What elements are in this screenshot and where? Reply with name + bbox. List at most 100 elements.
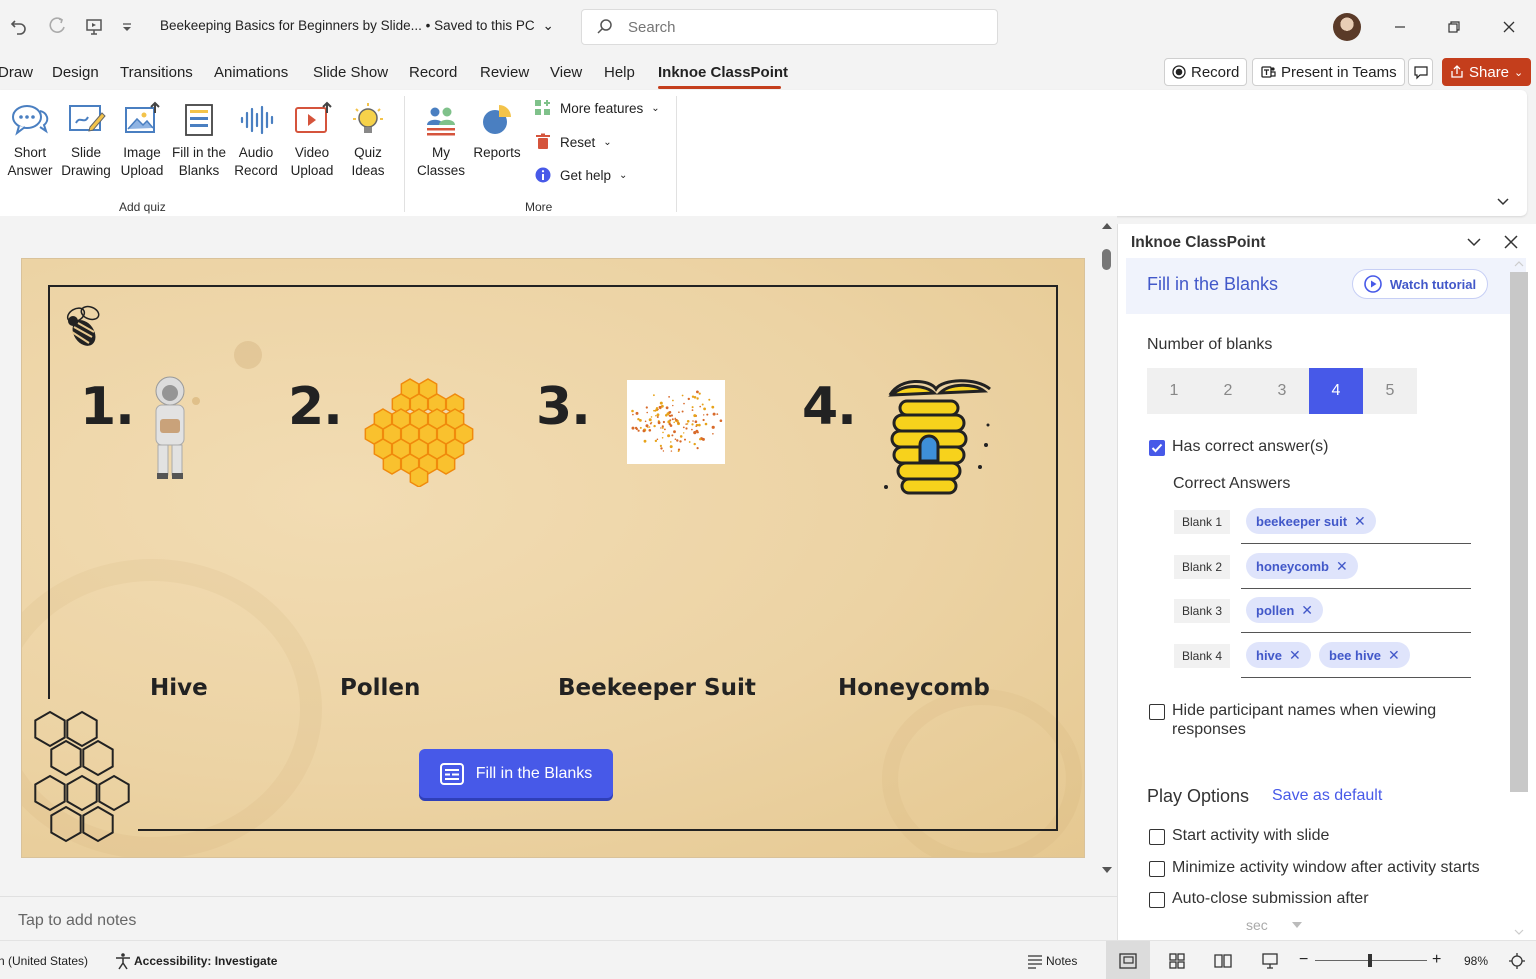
record-button[interactable]: Record (1164, 58, 1248, 86)
blank-count-option-5[interactable]: 5 (1363, 368, 1417, 414)
avatar[interactable] (1333, 13, 1361, 41)
slide-drawing-button[interactable]: Slide Drawing (58, 100, 114, 180)
tab-slide-show[interactable]: Slide Show (313, 64, 388, 81)
pollen-dot (677, 450, 680, 452)
search-input[interactable] (628, 19, 968, 36)
blank-4-input-line[interactable] (1241, 677, 1471, 678)
blank-count-option-4[interactable]: 4 (1309, 368, 1363, 414)
audio-record-button[interactable]: Audio Record (228, 100, 284, 180)
remove-tag-icon[interactable]: ✕ (1354, 513, 1366, 530)
blank-2-input-line[interactable] (1241, 588, 1471, 589)
zoom-level[interactable]: 98% (1464, 954, 1488, 968)
notes-pane[interactable]: Tap to add notes (0, 896, 1117, 940)
start-with-slide-checkbox[interactable] (1149, 829, 1165, 845)
tab-animations[interactable]: Animations (214, 64, 288, 81)
present-in-teams-button[interactable]: Present in Teams (1252, 58, 1405, 86)
pollen-dot (691, 428, 693, 431)
accessibility-status[interactable]: Accessibility: Investigate (134, 954, 277, 968)
slide-canvas[interactable]: 1. 2. 3. 4. Hive Pollen Beekeeper Suit H… (22, 259, 1084, 857)
has-correct-answers-checkbox[interactable] (1149, 440, 1165, 456)
reading-view-icon[interactable] (1212, 950, 1234, 972)
slide-show-icon[interactable] (1259, 950, 1281, 972)
minimize-window-label: Minimize activity window after activity … (1172, 859, 1480, 876)
slide-word-pollen: Pollen (340, 675, 421, 701)
save-as-default-link[interactable]: Save as default (1272, 787, 1382, 805)
notes-toggle[interactable]: Notes (1046, 954, 1077, 968)
tab-inknoe-classpoint[interactable]: Inknoe ClassPoint (658, 64, 788, 81)
fit-to-window-icon[interactable] (1506, 950, 1528, 972)
quiz-ideas-button[interactable]: Quiz Ideas (340, 100, 396, 180)
tab-record[interactable]: Record (409, 64, 457, 81)
language-status[interactable]: n (United States) (0, 954, 88, 968)
tab-help[interactable]: Help (604, 64, 635, 81)
auto-close-checkbox[interactable] (1149, 892, 1165, 908)
classes-icon (421, 100, 461, 140)
search-icon (596, 18, 614, 36)
blank-1-input-line[interactable] (1241, 543, 1471, 544)
tab-view[interactable]: View (550, 64, 582, 81)
reset-button[interactable]: Reset ⌄ (534, 131, 612, 153)
pollen-dot (708, 398, 711, 401)
document-title[interactable]: Beekeeping Basics for Beginners by Slide… (160, 18, 554, 34)
close-icon[interactable] (1496, 14, 1522, 40)
ribbon-collapse-icon[interactable] (1496, 194, 1510, 208)
fill-in-the-blanks-button[interactable]: Fill in the Blanks (170, 100, 228, 180)
panel-close-icon[interactable] (1503, 234, 1519, 250)
hide-names-checkbox[interactable] (1149, 704, 1165, 720)
panel-scrollbar[interactable] (1510, 258, 1528, 938)
remove-tag-icon[interactable]: ✕ (1388, 647, 1400, 664)
fill-blanks-icon (179, 100, 219, 140)
customize-toolbar-icon[interactable] (114, 14, 140, 40)
undo-icon[interactable] (6, 14, 32, 40)
notes-placeholder: Tap to add notes (18, 912, 137, 929)
present-from-start-icon[interactable] (81, 14, 107, 40)
blank-count-option-1[interactable]: 1 (1147, 368, 1201, 414)
share-button[interactable]: Share ⌄ (1442, 58, 1532, 86)
pollen-dot (693, 396, 697, 399)
get-help-button[interactable]: Get help ⌄ (534, 164, 627, 186)
auto-close-seconds-select[interactable]: sec (1246, 914, 1326, 936)
zoom-slider-thumb[interactable] (1368, 954, 1372, 967)
restore-icon[interactable] (1441, 14, 1467, 40)
short-answer-button[interactable]: Short Answer (2, 100, 58, 180)
minimize-window-checkbox[interactable] (1149, 861, 1165, 877)
chevron-down-icon: ⌄ (651, 102, 660, 114)
zoom-out-icon[interactable]: − (1299, 951, 1308, 969)
pollen-dot (686, 420, 690, 423)
my-classes-button[interactable]: My Classes (413, 100, 469, 180)
remove-tag-icon[interactable]: ✕ (1289, 647, 1301, 664)
ribbon-separator (404, 96, 405, 212)
correct-answers-label: Correct Answers (1173, 475, 1291, 492)
tab-transitions[interactable]: Transitions (120, 64, 193, 81)
slide-scrollbar[interactable] (1098, 218, 1116, 880)
remove-tag-icon[interactable]: ✕ (1301, 602, 1313, 619)
pollen-dot (667, 434, 671, 438)
zoom-in-icon[interactable]: + (1432, 951, 1441, 969)
video-upload-label-2: Upload (290, 163, 334, 178)
pollen-dot (660, 427, 662, 429)
speech-bubbles-icon (10, 100, 50, 140)
tab-draw[interactable]: Draw (0, 64, 33, 81)
video-upload-button[interactable]: Video Upload (284, 100, 340, 180)
reports-button[interactable]: Reports (469, 100, 525, 162)
blank-3-input-line[interactable] (1241, 632, 1471, 633)
chevron-down-icon[interactable] (1466, 234, 1482, 250)
slide-sorter-icon[interactable] (1166, 950, 1188, 972)
redo-icon[interactable] (44, 14, 70, 40)
minimize-icon[interactable] (1387, 14, 1413, 40)
image-upload-button[interactable]: Image Upload (114, 100, 170, 180)
watch-tutorial-button[interactable]: Watch tutorial (1352, 269, 1488, 299)
pollen-dot (644, 420, 647, 423)
pollen-dot (699, 405, 701, 408)
normal-view-button[interactable] (1106, 941, 1150, 979)
fill-in-the-blanks-slide-button[interactable]: Fill in the Blanks (419, 749, 613, 798)
blank-count-option-3[interactable]: 3 (1255, 368, 1309, 414)
answer-tag-text: beekeeper suit (1256, 513, 1348, 529)
tab-design[interactable]: Design (52, 64, 99, 81)
comments-button[interactable] (1408, 58, 1433, 86)
blank-count-option-2[interactable]: 2 (1201, 368, 1255, 414)
tab-review[interactable]: Review (480, 64, 529, 81)
search-box[interactable] (581, 9, 998, 45)
remove-tag-icon[interactable]: ✕ (1336, 558, 1348, 575)
more-features-button[interactable]: More features ⌄ (534, 97, 660, 119)
